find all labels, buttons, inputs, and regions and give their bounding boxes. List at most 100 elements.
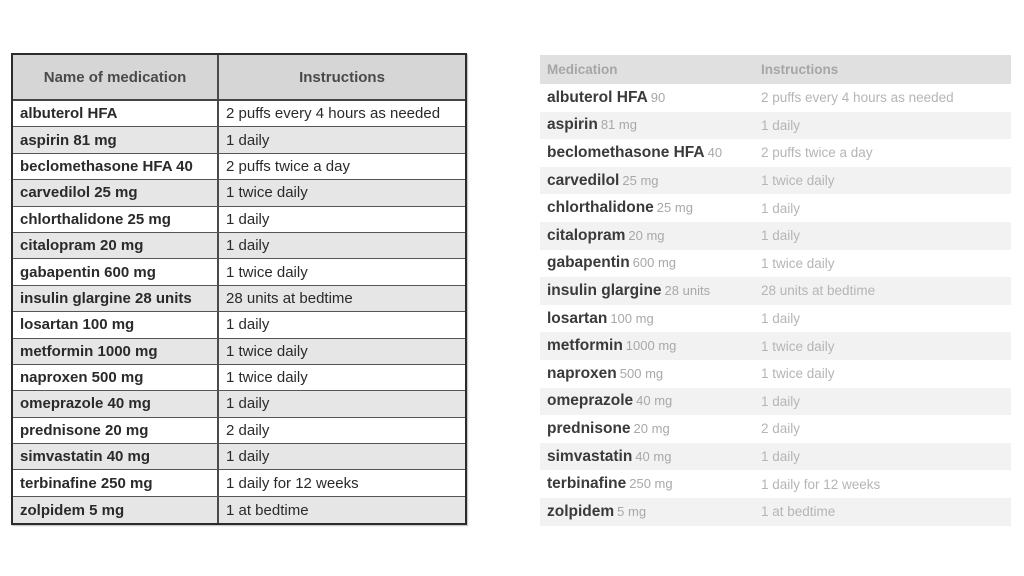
medication-name-cell: simvastatin 40 mg — [13, 444, 219, 470]
medication-cell: simvastatin 40 mg — [540, 448, 755, 466]
drug-name: simvastatin — [547, 447, 633, 465]
medication-name-cell: gabapentin 600 mg — [13, 259, 219, 285]
instructions-cell: 1 daily — [226, 316, 270, 334]
medication-name-cell: naproxen 500 mg — [13, 364, 219, 391]
medication-name-cell: aspirin 81 mg — [13, 127, 219, 153]
instructions-cell: 1 daily — [761, 200, 801, 216]
drug-dose: 100 mg — [610, 310, 654, 326]
drug-name: aspirin — [547, 116, 598, 134]
drug-dose: 40 — [707, 144, 723, 160]
instructions-cell: 1 daily — [226, 210, 270, 228]
medication-name-cell: beclomethasone HFA 40 — [13, 153, 219, 180]
medication-name-cell: insulin glargine 28 units — [13, 285, 219, 312]
instructions-cell: 1 daily — [761, 393, 801, 409]
drug-dose: 81 mg — [600, 117, 637, 133]
drug-dose: 1000 mg — [625, 338, 677, 354]
medication-cell: zolpidem 5 mg — [540, 503, 755, 521]
instructions-cell: 1 twice daily — [761, 338, 835, 354]
instructions-cell: 1 at bedtime — [761, 504, 836, 520]
medication-cell: albuterol HFA 90 — [540, 89, 755, 107]
table-row: omeprazole 40 mg 1 daily — [13, 391, 465, 418]
medication-cell: terbinafine 250 mg — [540, 475, 755, 493]
table-row: naproxen 500 mg 1 twice daily — [540, 360, 1011, 388]
instructions-cell: 1 at bedtime — [226, 501, 309, 519]
medication-name-cell: citalopram 20 mg — [13, 232, 219, 259]
instructions-cell: 2 puffs twice a day — [761, 145, 873, 161]
instructions-cell: 1 daily for 12 weeks — [226, 474, 359, 492]
drug-dose: 25 mg — [622, 172, 659, 188]
medication-name-cell: chlorthalidone 25 mg — [13, 206, 219, 232]
medication-name-cell: prednisone 20 mg — [13, 417, 219, 444]
drug-dose: 40 mg — [636, 393, 673, 409]
medication-cell: gabapentin 600 mg — [540, 254, 755, 272]
drug-name: losartan — [547, 309, 608, 327]
instructions-cell: 1 twice daily — [761, 366, 835, 382]
instructions-cell: 1 twice daily — [226, 184, 308, 202]
drug-dose: 90 — [650, 89, 666, 105]
drug-name: carvedilol — [547, 171, 620, 189]
table-row: zolpidem 5 mg 1 at bedtime — [13, 496, 465, 524]
drug-dose: 20 mg — [633, 420, 670, 436]
table-row: aspirin 81 mg 1 daily — [13, 127, 465, 154]
medication-cell: chlorthalidone 25 mg — [540, 199, 755, 217]
medication-cell: citalopram 20 mg — [540, 227, 755, 245]
table-header-row: Medication Instructions — [540, 55, 1011, 84]
table-row: naproxen 500 mg 1 twice daily — [13, 364, 465, 392]
table-row: metformin 1000 mg 1 twice daily — [13, 338, 465, 365]
instructions-cell: 1 twice daily — [226, 369, 308, 387]
instructions-cell: 1 daily — [226, 237, 270, 255]
drug-name: naproxen — [547, 364, 617, 382]
instructions-cell: 1 daily — [761, 228, 801, 244]
table-row: carvedilol 25 mg 1 twice daily — [13, 180, 465, 207]
medication-cell: naproxen 500 mg — [540, 365, 755, 383]
instructions-cell: 2 puffs every 4 hours as needed — [226, 105, 441, 123]
drug-dose: 20 mg — [628, 227, 665, 243]
instructions-cell: 2 daily — [226, 421, 270, 439]
medication-cell: beclomethasone HFA 40 — [540, 144, 755, 162]
table-row: insulin glargine 28 units 28 units at bedt… — [540, 277, 1011, 305]
table-row: insulin glargine 28 units 28 units at bed… — [13, 285, 465, 313]
table-body: albuterol HFA 2 puffs every 4 hours as ne… — [13, 101, 465, 524]
table-body: albuterol HFA 90 2 puffs every 4 hours as … — [540, 84, 1011, 526]
medication-name-cell: terbinafine 250 mg — [13, 470, 219, 496]
instructions-cell: 2 daily — [761, 421, 801, 437]
table-row: chlorthalidone 25 mg 1 daily — [540, 194, 1011, 222]
instructions-cell: 1 twice daily — [761, 173, 835, 189]
drug-dose: 250 mg — [629, 476, 673, 492]
table-row: simvastatin 40 mg 1 daily — [13, 444, 465, 471]
table-row: gabapentin 600 mg 1 twice daily — [13, 259, 465, 286]
table-row: losartan 100 mg 1 daily — [540, 305, 1011, 333]
drug-name: insulin glargine — [547, 281, 662, 299]
table-row: beclomethasone HFA 40 2 puffs twice a day — [13, 153, 465, 181]
table-row: terbinafine 250 mg 1 daily for 12 weeks — [540, 470, 1011, 498]
table-row: zolpidem 5 mg 1 at bedtime — [540, 497, 1011, 526]
column-header-medication: Medication — [547, 62, 618, 77]
table-row: beclomethasone HFA 40 2 puffs twice a day — [540, 139, 1011, 167]
instructions-cell: 28 units at bedtime — [761, 283, 876, 299]
table-row: gabapentin 600 mg 1 twice daily — [540, 250, 1011, 278]
instructions-cell: 1 daily for 12 weeks — [761, 476, 881, 492]
medication-cell: aspirin 81 mg — [540, 116, 755, 134]
table-row: aspirin 81 mg 1 daily — [540, 111, 1011, 140]
table-header-row: Name of medication Instructions — [13, 55, 465, 101]
drug-name: chlorthalidone — [547, 199, 654, 217]
instructions-cell: 1 daily — [761, 117, 801, 133]
table-row: albuterol HFA 90 2 puffs every 4 hours as … — [540, 84, 1011, 112]
instructions-cell: 2 puffs every 4 hours as needed — [761, 90, 954, 106]
drug-name: terbinafine — [547, 475, 627, 493]
instructions-cell: 1 twice daily — [226, 263, 308, 281]
table-row: losartan 100 mg 1 daily — [13, 312, 465, 339]
medication-table-redesigned: Medication Instructions albuterol HFA 90 2… — [540, 55, 1011, 526]
column-header-instructions: Instructions — [761, 62, 839, 77]
medication-name-cell: omeprazole 40 mg — [13, 391, 219, 417]
drug-dose: 25 mg — [656, 200, 693, 216]
table-row: albuterol HFA 2 puffs every 4 hours as ne… — [13, 101, 465, 128]
drug-dose: 600 mg — [632, 255, 677, 271]
drug-name: prednisone — [547, 419, 631, 437]
drug-name: metformin — [547, 337, 623, 355]
instructions-cell: 2 puffs twice a day — [226, 157, 350, 175]
instructions-cell: 1 daily — [761, 449, 801, 465]
medication-cell: insulin glargine 28 units — [540, 282, 755, 300]
instructions-cell: 1 twice daily — [761, 255, 835, 271]
medication-cell: metformin 1000 mg — [540, 337, 755, 355]
